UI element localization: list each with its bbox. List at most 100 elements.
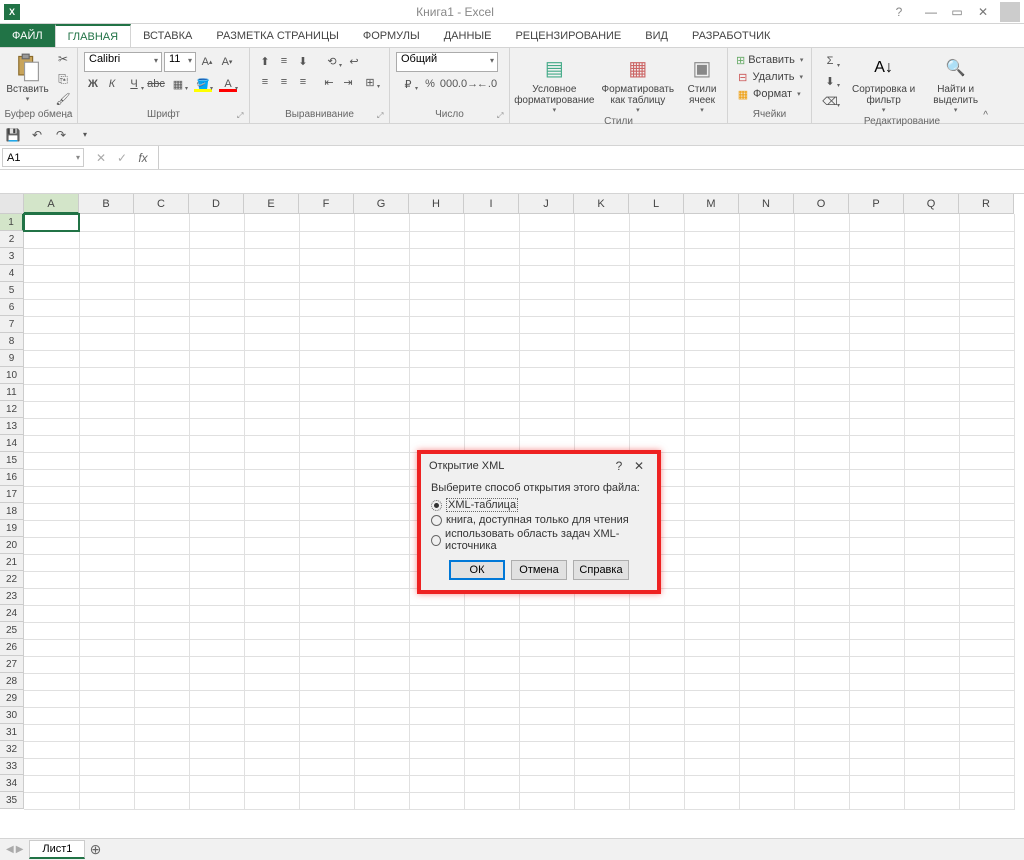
cell[interactable] [629, 690, 684, 707]
cell[interactable] [629, 384, 684, 401]
cell[interactable] [409, 333, 464, 350]
cell[interactable] [409, 792, 464, 809]
cell[interactable] [79, 673, 134, 690]
cell[interactable] [189, 282, 244, 299]
tab-formulas[interactable]: ФОРМУЛЫ [351, 24, 432, 47]
dialog-help-button[interactable]: ? [609, 459, 629, 473]
cell[interactable] [79, 639, 134, 656]
add-sheet-button[interactable]: ⊕ [85, 841, 105, 858]
cell[interactable] [189, 214, 244, 231]
row-header[interactable]: 19 [0, 520, 24, 537]
column-header[interactable]: H [409, 194, 464, 214]
cell[interactable] [849, 741, 904, 758]
cell[interactable] [849, 707, 904, 724]
cell[interactable] [244, 724, 299, 741]
cell[interactable] [134, 333, 189, 350]
cell[interactable] [299, 469, 354, 486]
format-cells-button[interactable]: ▦Формат [734, 86, 805, 102]
cell[interactable] [849, 656, 904, 673]
cell[interactable] [354, 537, 409, 554]
cell[interactable] [134, 248, 189, 265]
cell[interactable] [794, 622, 849, 639]
cell[interactable] [24, 418, 79, 435]
cell[interactable] [464, 639, 519, 656]
format-painter-button[interactable]: 🖌 [53, 90, 73, 108]
row-header[interactable]: 34 [0, 775, 24, 792]
align-bottom-button[interactable]: ⬇ [294, 52, 312, 70]
cell[interactable] [629, 350, 684, 367]
cell[interactable] [574, 248, 629, 265]
cell[interactable] [849, 673, 904, 690]
cell[interactable] [684, 690, 739, 707]
column-header[interactable]: K [574, 194, 629, 214]
cell[interactable] [519, 707, 574, 724]
cell[interactable] [79, 282, 134, 299]
cell[interactable] [134, 486, 189, 503]
cell[interactable] [904, 741, 959, 758]
cell[interactable] [79, 792, 134, 809]
cell[interactable] [959, 214, 1014, 231]
cell[interactable] [904, 690, 959, 707]
cell[interactable] [189, 316, 244, 333]
dialog-launcher-icon[interactable]: ⤢ [237, 111, 247, 121]
cell[interactable] [189, 469, 244, 486]
cell[interactable] [739, 622, 794, 639]
cell[interactable] [794, 350, 849, 367]
cell[interactable] [574, 690, 629, 707]
cell[interactable] [629, 724, 684, 741]
tab-data[interactable]: ДАННЫЕ [432, 24, 504, 47]
cell[interactable] [354, 724, 409, 741]
row-header[interactable]: 14 [0, 435, 24, 452]
cell[interactable] [959, 299, 1014, 316]
insert-function-button[interactable]: fx [134, 151, 152, 165]
column-header[interactable]: P [849, 194, 904, 214]
cell[interactable] [629, 401, 684, 418]
cell[interactable] [904, 775, 959, 792]
row-header[interactable]: 1 [0, 214, 24, 231]
cell[interactable] [24, 333, 79, 350]
orientation-button[interactable]: ⟲ [320, 52, 344, 70]
fill-color-button[interactable]: 🪣 [191, 75, 215, 93]
cell[interactable] [684, 435, 739, 452]
cell[interactable] [189, 231, 244, 248]
cell[interactable] [904, 384, 959, 401]
cell[interactable] [739, 503, 794, 520]
row-header[interactable]: 6 [0, 299, 24, 316]
cell[interactable] [464, 316, 519, 333]
cell[interactable] [244, 367, 299, 384]
cell[interactable] [959, 622, 1014, 639]
cell[interactable] [24, 316, 79, 333]
cell[interactable] [959, 792, 1014, 809]
cell[interactable] [79, 265, 134, 282]
cell[interactable] [244, 503, 299, 520]
autosum-button[interactable]: Σ [818, 52, 842, 70]
cell[interactable] [464, 605, 519, 622]
cell[interactable] [79, 571, 134, 588]
name-box[interactable]: A1 [2, 148, 84, 167]
cell[interactable] [794, 435, 849, 452]
cell[interactable] [739, 775, 794, 792]
help-icon[interactable]: ? [886, 2, 912, 22]
cell[interactable] [849, 248, 904, 265]
cell[interactable] [24, 384, 79, 401]
row-header[interactable]: 9 [0, 350, 24, 367]
dialog-launcher-icon[interactable]: ⤢ [65, 111, 75, 121]
cell[interactable] [794, 724, 849, 741]
cell[interactable] [684, 520, 739, 537]
redo-button[interactable]: ↷ [52, 126, 70, 144]
cell[interactable] [904, 367, 959, 384]
cell[interactable] [24, 588, 79, 605]
cell[interactable] [739, 214, 794, 231]
cell[interactable] [684, 656, 739, 673]
cell[interactable] [739, 571, 794, 588]
cell[interactable] [849, 622, 904, 639]
cell[interactable] [189, 350, 244, 367]
cell[interactable] [244, 350, 299, 367]
cell[interactable] [849, 775, 904, 792]
cell[interactable] [684, 588, 739, 605]
cell[interactable] [189, 571, 244, 588]
select-all-corner[interactable] [0, 194, 24, 214]
cell[interactable] [959, 384, 1014, 401]
cell[interactable] [409, 214, 464, 231]
cell[interactable] [739, 384, 794, 401]
